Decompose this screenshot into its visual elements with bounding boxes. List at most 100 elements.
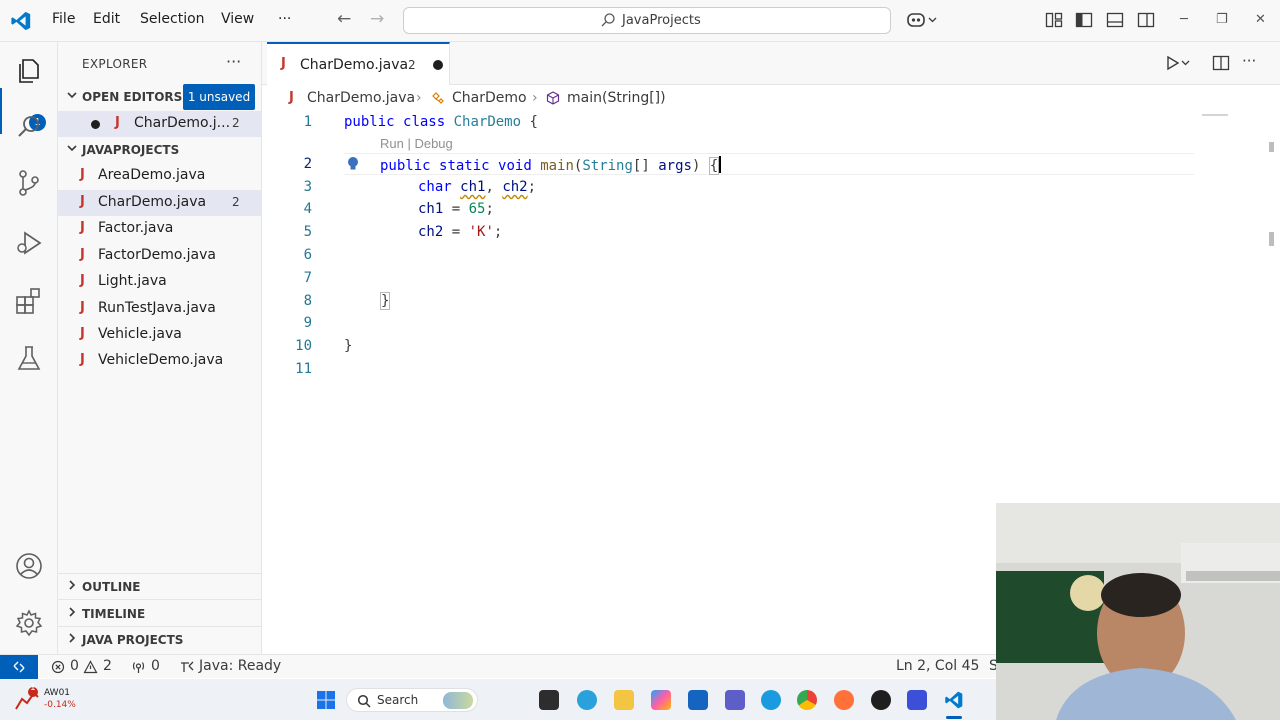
java-file-icon: J: [281, 56, 286, 71]
minimize-icon[interactable]: ─: [1180, 12, 1188, 27]
warning-count[interactable]: 2: [103, 658, 112, 674]
javaprojects-header[interactable]: JAVAPROJECTS: [58, 139, 262, 161]
toggle-secondary-sidebar-icon[interactable]: [1137, 11, 1155, 29]
java-file-icon: J: [80, 326, 85, 341]
settings-gear-icon[interactable]: [14, 608, 44, 638]
file-item[interactable]: J FactorDemo.java: [58, 243, 261, 269]
explorer-icon[interactable]: [14, 56, 44, 86]
file-item[interactable]: J Light.java: [58, 269, 261, 295]
app-icon[interactable]: [871, 690, 891, 710]
tab-label: CharDemo.java: [300, 57, 409, 73]
chevron-right-icon: ›: [416, 90, 422, 106]
chrome-icon[interactable]: [797, 690, 817, 710]
run-debug-codelens[interactable]: Run | Debug: [380, 136, 453, 151]
stock-widget-icon[interactable]: [14, 687, 40, 711]
code-line: }: [344, 338, 353, 354]
unsaved-dot-icon[interactable]: [433, 60, 443, 70]
more-actions-icon[interactable]: ···: [1242, 52, 1256, 70]
run-debug-icon[interactable]: [14, 228, 44, 258]
scrollbar-overview-ruler[interactable]: [1269, 140, 1274, 260]
code-line: char ch1, ch2;: [418, 179, 537, 195]
outline-header[interactable]: OUTLINE: [58, 576, 262, 598]
chevron-right-icon: ›: [532, 90, 538, 106]
menu-edit[interactable]: Edit: [93, 11, 120, 27]
teams-icon[interactable]: [725, 690, 745, 710]
line-number: 8: [303, 293, 312, 309]
file-item[interactable]: J RunTestJava.java: [58, 296, 261, 322]
breadcrumb-file[interactable]: CharDemo.java: [307, 90, 415, 106]
edge-icon[interactable]: [761, 690, 781, 710]
error-count[interactable]: 0: [70, 658, 79, 674]
file-item[interactable]: J AreaDemo.java: [58, 163, 261, 189]
cursor-position[interactable]: Ln 2, Col 45: [896, 658, 979, 674]
file-item[interactable]: J Factor.java: [58, 216, 261, 242]
back-arrow-icon[interactable]: ←: [337, 9, 351, 29]
breadcrumb: J CharDemo.java › CharDemo › main(String…: [262, 86, 1280, 110]
problem-count: 2: [232, 195, 240, 209]
toggle-primary-sidebar-icon[interactable]: [1075, 11, 1093, 29]
java-file-icon: J: [115, 115, 120, 130]
java-status-icon[interactable]: [179, 660, 195, 674]
menu-view[interactable]: View: [221, 11, 254, 27]
qq-app-icon[interactable]: [907, 690, 927, 710]
store-icon[interactable]: [688, 690, 708, 710]
split-editor-icon[interactable]: [1212, 55, 1230, 71]
file-name: Vehicle.java: [98, 326, 182, 342]
stock-widget[interactable]: AW01 -0.14%: [44, 687, 76, 711]
toggle-panel-icon[interactable]: [1106, 11, 1124, 29]
line-number: 6: [303, 247, 312, 263]
ports-icon[interactable]: [131, 660, 146, 674]
vscode-taskbar-icon[interactable]: [944, 690, 964, 710]
active-app-indicator: [946, 716, 962, 719]
copilot-icon[interactable]: [906, 11, 938, 29]
windows-start-icon[interactable]: [316, 690, 336, 710]
java-status[interactable]: Java: Ready: [199, 658, 281, 674]
java-projects-label: JAVA PROJECTS: [82, 633, 184, 647]
chevron-right-icon: [69, 607, 76, 617]
breadcrumb-class[interactable]: CharDemo: [452, 90, 527, 106]
file-item[interactable]: J Vehicle.java: [58, 322, 261, 348]
search-icon[interactable]: [14, 112, 44, 142]
warning-icon[interactable]: [83, 660, 98, 674]
taskbar-search-label: Search: [377, 693, 419, 707]
forward-arrow-icon[interactable]: →: [370, 9, 384, 29]
file-explorer-icon[interactable]: [614, 690, 634, 710]
telegram-icon[interactable]: [577, 690, 597, 710]
remote-button[interactable]: [0, 655, 38, 679]
firefox-icon[interactable]: [834, 690, 854, 710]
ports-count[interactable]: 0: [151, 658, 160, 674]
file-item[interactable]: J CharDemo.java 2: [58, 190, 261, 216]
timeline-header[interactable]: TIMELINE: [58, 603, 262, 625]
source-control-icon[interactable]: [14, 168, 44, 198]
java-projects-header[interactable]: JAVA PROJECTS: [58, 629, 262, 651]
lightbulb-icon[interactable]: [346, 156, 360, 172]
copilot-app-icon[interactable]: [651, 690, 671, 710]
timeline-label: TIMELINE: [82, 607, 146, 621]
run-java-icon[interactable]: [1165, 55, 1191, 71]
open-editor-item-chardemo[interactable]: J CharDemo.j... 2: [58, 111, 261, 137]
menu-file[interactable]: File: [52, 11, 75, 27]
unsaved-dot-icon[interactable]: [91, 120, 100, 129]
file-name: Light.java: [98, 273, 167, 289]
file-item[interactable]: J VehicleDemo.java: [58, 348, 261, 374]
command-center-search[interactable]: JavaProjects: [403, 7, 891, 34]
testing-icon[interactable]: [14, 344, 44, 374]
task-view-icon[interactable]: [539, 690, 559, 710]
breadcrumb-method[interactable]: main(String[]): [567, 90, 666, 106]
account-icon[interactable]: [14, 551, 44, 581]
more-actions-icon[interactable]: ···: [226, 52, 241, 71]
extensions-icon[interactable]: [14, 286, 44, 316]
customize-layout-icon[interactable]: [1045, 11, 1063, 29]
minimap[interactable]: [1202, 114, 1228, 116]
line-number: 5: [303, 224, 312, 240]
close-icon[interactable]: ✕: [1255, 12, 1266, 27]
remote-icon: [13, 661, 25, 673]
error-icon[interactable]: [51, 660, 65, 674]
taskbar-search[interactable]: Search: [346, 688, 478, 712]
divider: [58, 573, 262, 574]
restore-icon[interactable]: ❐: [1216, 12, 1228, 27]
menu-more[interactable]: ···: [278, 11, 291, 27]
tab-chardemo[interactable]: J CharDemo.java 2: [267, 42, 450, 85]
menu-selection[interactable]: Selection: [140, 11, 205, 27]
unsaved-badge: 1 unsaved: [183, 84, 255, 110]
